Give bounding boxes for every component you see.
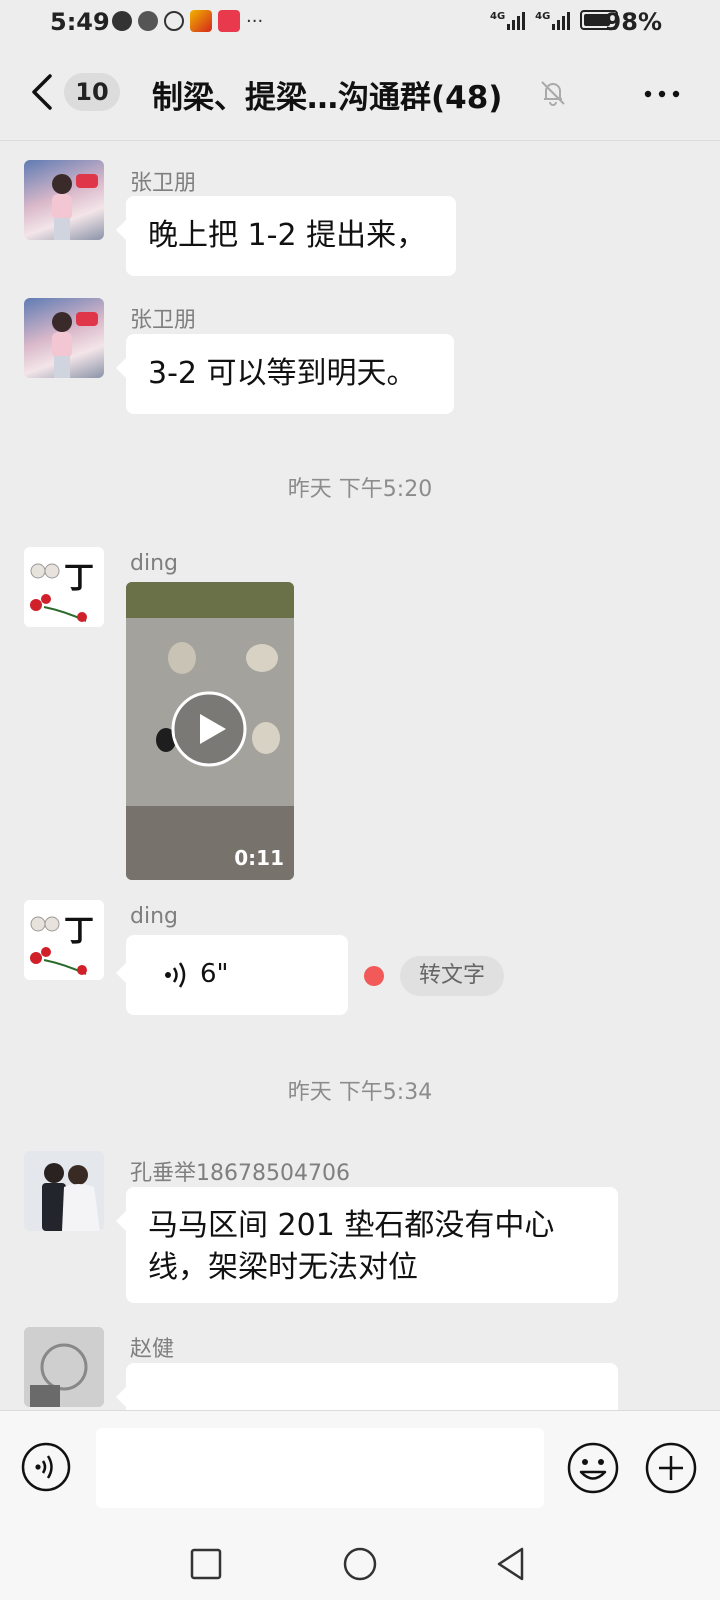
signal-icons: 4G 4G bbox=[490, 10, 619, 30]
status-notification-icons: ··· bbox=[112, 10, 263, 32]
voice-input-toggle-icon[interactable] bbox=[20, 1441, 72, 1493]
avatar[interactable]: 丁 bbox=[24, 547, 104, 627]
sender-name: 张卫朋 bbox=[130, 308, 197, 333]
message-text-line: 马马区间 201 垫石都没有中心 bbox=[148, 1208, 555, 1243]
sender-name: ding bbox=[130, 904, 178, 929]
play-icon[interactable] bbox=[170, 690, 248, 768]
avatar[interactable] bbox=[24, 1151, 104, 1231]
plus-icon[interactable] bbox=[644, 1441, 698, 1495]
chat-title: 制梁、提梁…沟通群(48) bbox=[152, 80, 503, 116]
status-bar: 5:49 ··· 4G 4G 98% bbox=[0, 0, 720, 48]
sender-name: 孔垂举18678504706 bbox=[130, 1161, 350, 1186]
message-bubble[interactable]: 3-2 可以等到明天。 bbox=[116, 334, 454, 414]
avatar[interactable] bbox=[24, 1327, 104, 1407]
audio-notification-icon bbox=[138, 11, 158, 31]
voice-wave-icon bbox=[165, 962, 186, 988]
message-bubble[interactable] bbox=[116, 1363, 618, 1410]
app-notification-icon bbox=[218, 10, 240, 32]
message-text-line: 线，架梁时无法对位 bbox=[148, 1250, 418, 1285]
sender-name: 赵健 bbox=[130, 1337, 175, 1362]
avatar-character: 丁 bbox=[64, 914, 94, 949]
chat-header: 10 制梁、提梁…沟通群(48) bbox=[0, 48, 720, 141]
message-bubble[interactable]: 晚上把 1-2 提出来， bbox=[116, 196, 456, 276]
timestamp: 昨天 下午5:20 bbox=[287, 477, 433, 502]
message-input[interactable] bbox=[96, 1428, 544, 1508]
status-time: 5:49 bbox=[50, 8, 110, 36]
timestamp: 昨天 下午5:34 bbox=[287, 1080, 433, 1105]
mute-bell-icon bbox=[541, 81, 565, 106]
battery-percent: 98% bbox=[604, 8, 662, 36]
avatar-photo bbox=[24, 1151, 104, 1231]
avatar-photo bbox=[24, 1327, 104, 1407]
system-nav-bar bbox=[0, 1530, 720, 1600]
signal-icon: 4G bbox=[490, 12, 526, 30]
avatar-photo bbox=[52, 174, 98, 240]
voice-message-bubble[interactable]: 6" bbox=[116, 935, 348, 1015]
emoji-icon[interactable] bbox=[566, 1441, 620, 1495]
avatar[interactable] bbox=[24, 298, 104, 378]
avatar-character: 丁 bbox=[64, 561, 94, 596]
sender-name: ding bbox=[130, 551, 178, 576]
avatar[interactable]: 丁 bbox=[24, 900, 104, 980]
avatar[interactable] bbox=[24, 160, 104, 240]
sender-name: 张卫朋 bbox=[130, 171, 197, 196]
to-text-button[interactable]: 转文字 bbox=[400, 956, 504, 996]
back-icon[interactable] bbox=[28, 72, 58, 112]
video-duration: 0:11 bbox=[234, 846, 284, 870]
more-icon[interactable] bbox=[642, 88, 682, 100]
chat-message-list[interactable]: 张卫朋 晚上把 1-2 提出来， 张卫朋 3-2 可以等到明天。 昨天 下午5:… bbox=[0, 141, 720, 1410]
loading-notification-icon bbox=[164, 11, 184, 31]
signal-icon: 4G bbox=[535, 12, 571, 30]
triangle-back-nav-icon[interactable] bbox=[490, 1542, 534, 1586]
unread-voice-dot bbox=[364, 966, 384, 986]
voice-duration: 6" bbox=[200, 959, 229, 989]
avatar-photo bbox=[52, 312, 98, 378]
more-notifications-icon: ··· bbox=[246, 10, 264, 32]
video-message[interactable]: 0:11 bbox=[126, 582, 294, 880]
app-notification-icon bbox=[190, 10, 212, 32]
square-nav-icon[interactable] bbox=[184, 1542, 228, 1586]
message-notification-icon bbox=[112, 11, 132, 31]
message-bubble[interactable]: 马马区间 201 垫石都没有中心 线，架梁时无法对位 bbox=[116, 1187, 618, 1303]
input-bar bbox=[0, 1410, 720, 1531]
circle-nav-icon[interactable] bbox=[338, 1542, 382, 1586]
unread-count-badge[interactable]: 10 bbox=[64, 73, 120, 111]
